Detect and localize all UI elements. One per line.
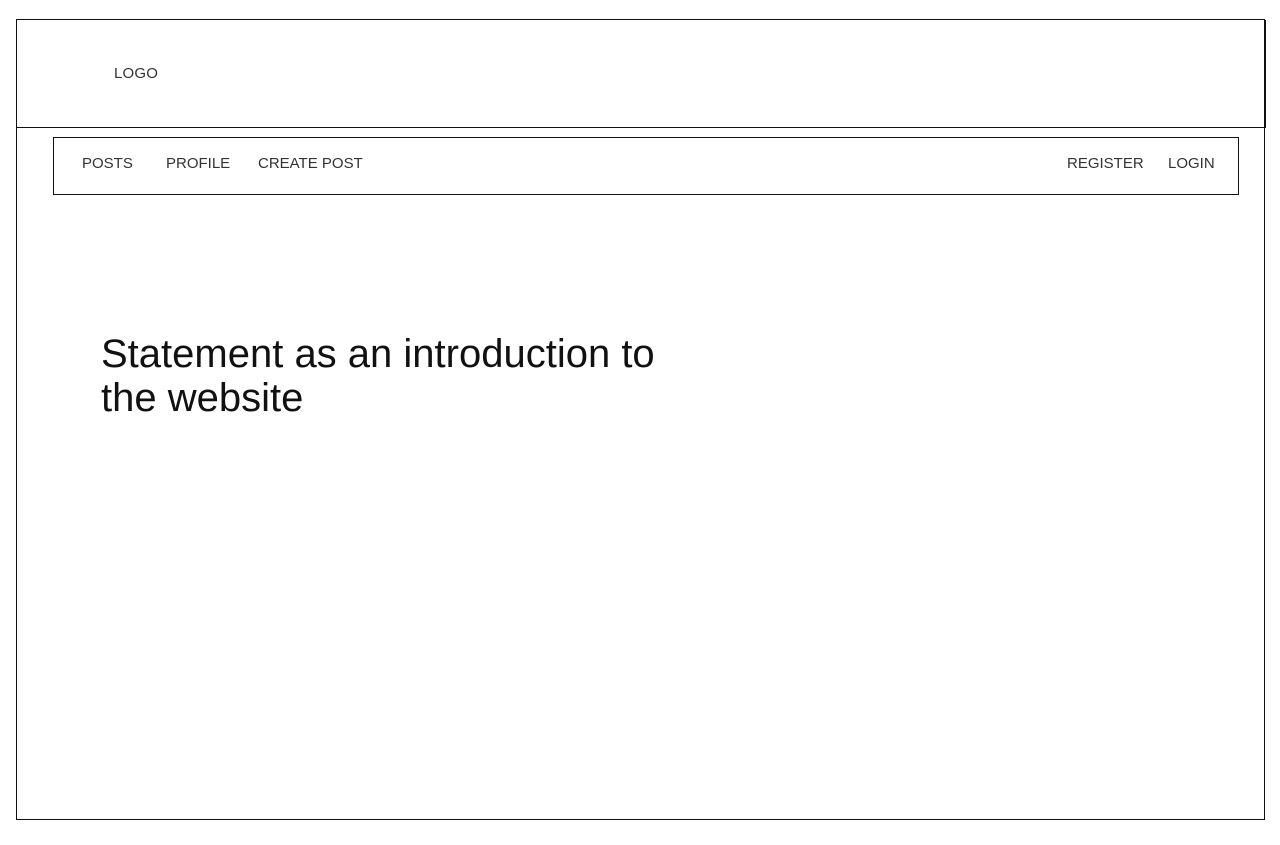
header: LOGO bbox=[17, 20, 1266, 128]
nav-register-link[interactable]: REGISTER bbox=[1067, 155, 1144, 172]
main-nav: POSTS PROFILE CREATE POST REGISTER LOGIN bbox=[53, 137, 1239, 195]
nav-posts-link[interactable]: POSTS bbox=[82, 155, 133, 172]
page-frame: LOGO POSTS PROFILE CREATE POST REGISTER … bbox=[16, 19, 1266, 820]
nav-login-link[interactable]: LOGIN bbox=[1168, 155, 1215, 172]
hero-statement: Statement as an introduction to the webs… bbox=[101, 332, 655, 420]
nav-profile-link[interactable]: PROFILE bbox=[166, 155, 230, 172]
nav-create-post-link[interactable]: CREATE POST bbox=[258, 155, 363, 172]
logo[interactable]: LOGO bbox=[114, 65, 158, 82]
